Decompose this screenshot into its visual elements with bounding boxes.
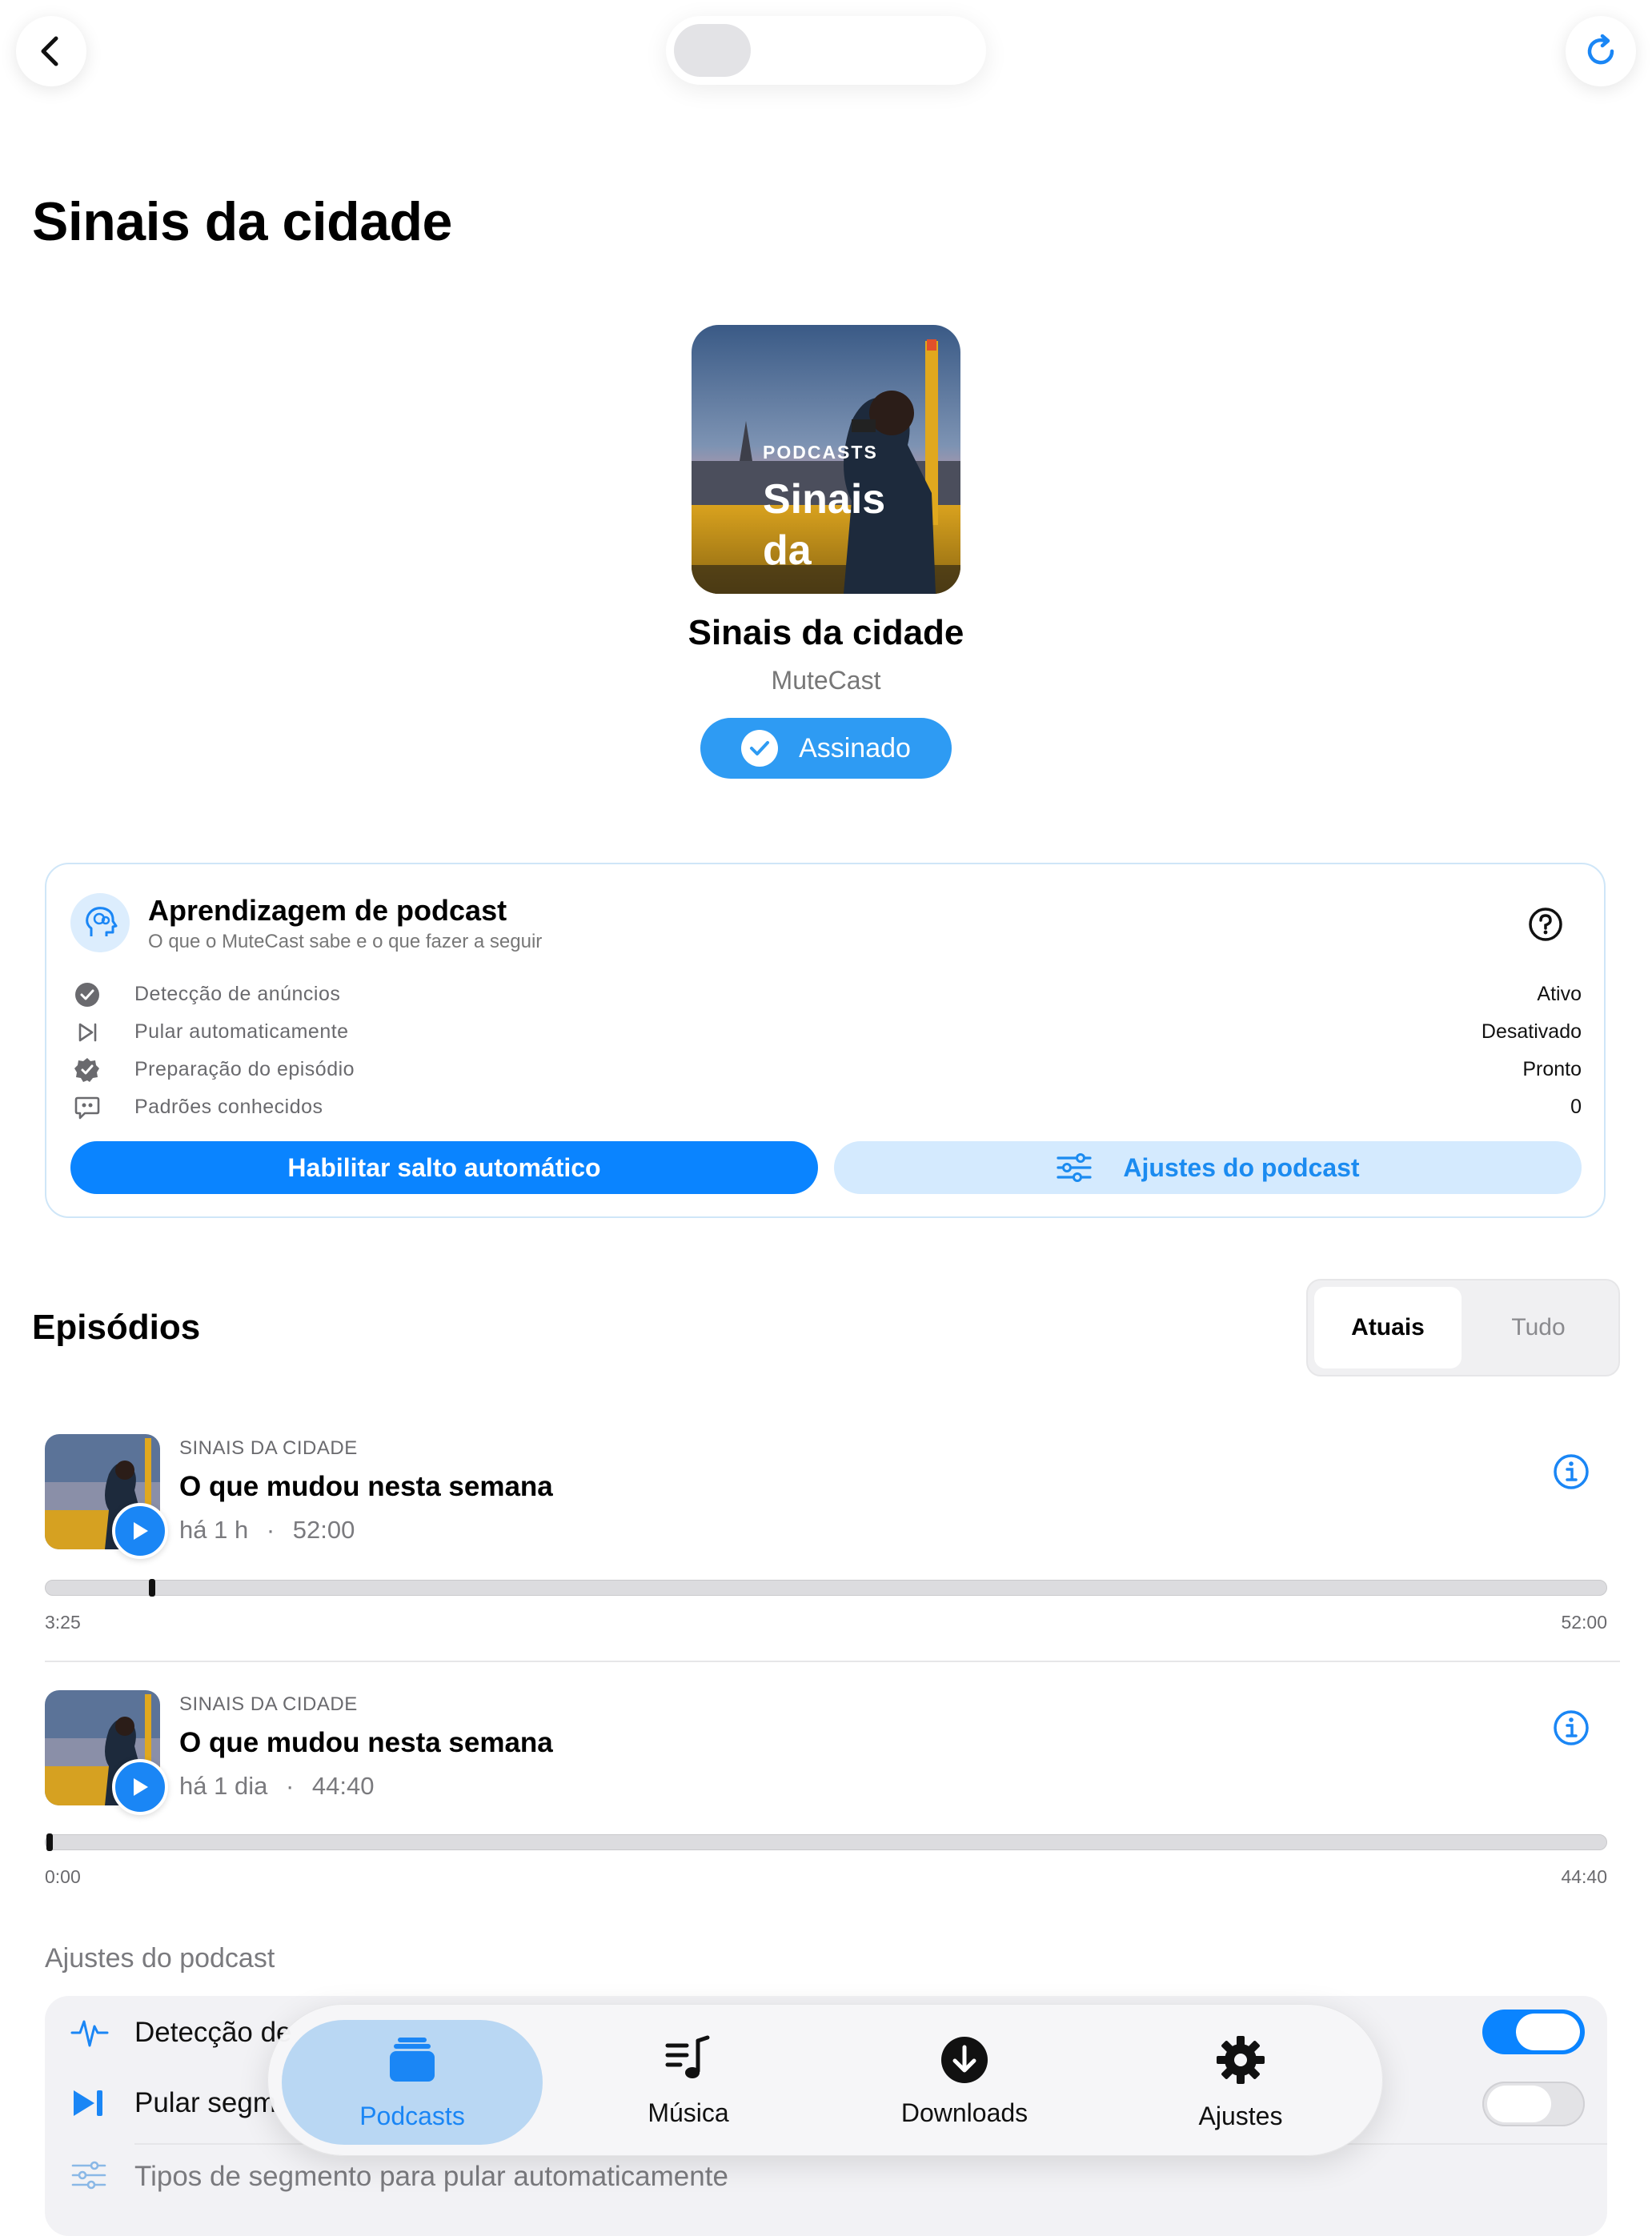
play-button[interactable] <box>112 1503 168 1559</box>
tab-downloads[interactable]: Downloads <box>844 2028 1085 2140</box>
info-icon[interactable] <box>1553 1453 1590 1494</box>
tab-settings-label: Ajustes <box>1198 2102 1283 2130</box>
tab-settings[interactable]: Ajustes <box>1121 2028 1361 2140</box>
podcast-author: MuteCast <box>771 666 881 695</box>
episode-show-name: SINAIS DA CIDADE <box>179 1437 358 1459</box>
tab-music-label: Música <box>648 2098 729 2127</box>
episode-age: há 1 dia <box>179 1772 268 1800</box>
meta-separator: · <box>285 1772 295 1800</box>
learning-subtitle: O que o MuteCast sabe e o que fazer a se… <box>148 931 543 952</box>
tab-podcasts-label: Podcasts <box>359 2102 465 2130</box>
episode-duration: 52:00 <box>292 1516 355 1544</box>
toggle-knob <box>1516 2014 1580 2050</box>
page-title: Sinais da cidade <box>32 191 452 252</box>
skip-forward-icon <box>74 1019 101 1050</box>
quote-bubble-icon <box>74 1094 101 1125</box>
stat-label-episode-prep: Preparação do episódio <box>134 1058 355 1080</box>
subscribed-label: Assinado <box>799 732 911 763</box>
episode-show-name: SINAIS DA CIDADE <box>179 1693 358 1715</box>
refresh-icon <box>1587 34 1614 65</box>
toggle-knob <box>1487 2086 1551 2122</box>
episode-progress-knob[interactable] <box>149 1579 156 1597</box>
tab-downloads-label: Downloads <box>900 2098 1028 2127</box>
filter-all[interactable]: Tudo <box>1465 1287 1612 1368</box>
skip-segment-toggle[interactable] <box>1482 2082 1585 2126</box>
episode-title[interactable]: O que mudou nesta semana <box>179 1727 553 1759</box>
gear-icon <box>1215 2034 1266 2090</box>
stat-label-ad-detection: Detecção de anúncios <box>134 983 341 1005</box>
artwork-title-text: Sinais da <box>763 476 886 574</box>
check-seal-icon <box>74 1056 101 1088</box>
setting-ad-detection-label: Detecção de <box>134 2017 292 2048</box>
play-icon <box>134 1778 148 1796</box>
stat-value-auto-skip: Desativado <box>1481 1020 1582 1043</box>
sliders-icon <box>1057 1153 1093 1182</box>
episode-filter-control: Atuais Tudo <box>1306 1279 1620 1376</box>
tab-music[interactable]: Música <box>568 2028 808 2140</box>
refresh-button[interactable] <box>1566 16 1636 86</box>
setting-segment-types-label[interactable]: Tipos de segmento para pular automaticam… <box>134 2161 728 2193</box>
episode-progress-track[interactable] <box>45 1834 1607 1850</box>
top-pill-knob <box>674 24 751 77</box>
total-time: 44:40 <box>1561 1866 1607 1887</box>
episodes-title: Episódios <box>32 1308 201 1347</box>
top-pill-control[interactable] <box>666 16 986 85</box>
artwork-title: Sinais da <box>763 474 891 576</box>
episode-meta: há 1 dia · 44:40 <box>179 1772 374 1801</box>
meta-separator: · <box>266 1516 275 1544</box>
info-icon[interactable] <box>1553 1709 1590 1750</box>
learning-title: Aprendizagem de podcast <box>148 894 507 927</box>
play-button[interactable] <box>112 1759 168 1815</box>
setting-skip-segment-label: Pular segm <box>134 2087 277 2118</box>
back-button[interactable] <box>16 16 86 86</box>
episode-progress-knob[interactable] <box>46 1833 53 1851</box>
enable-auto-skip-button[interactable]: Habilitar salto automático <box>70 1141 818 1194</box>
skip-segment-icon <box>70 2087 107 2123</box>
stat-label-auto-skip: Pular automaticamente <box>134 1020 349 1043</box>
check-circle-icon <box>74 981 101 1012</box>
total-time: 52:00 <box>1561 1612 1607 1633</box>
stat-value-episode-prep: Pronto <box>1522 1058 1582 1080</box>
podcast-settings-label: Ajustes do podcast <box>1123 1152 1360 1182</box>
stat-value-ad-detection: Ativo <box>1537 983 1582 1005</box>
subscribed-button[interactable]: Assinado <box>700 718 952 779</box>
filter-current[interactable]: Atuais <box>1314 1287 1462 1368</box>
stat-value-known-patterns: 0 <box>1570 1096 1582 1118</box>
music-list-icon <box>663 2034 714 2090</box>
checkmark-icon <box>741 730 779 767</box>
episode-progress-track[interactable] <box>45 1580 1607 1596</box>
settings-section-title: Ajustes do podcast <box>45 1943 275 1974</box>
stat-label-known-patterns: Padrões conhecidos <box>134 1096 323 1118</box>
download-circle-icon <box>939 2034 990 2090</box>
elapsed-time: 0:00 <box>45 1866 81 1887</box>
help-icon[interactable] <box>1527 906 1564 947</box>
play-icon <box>134 1522 148 1540</box>
sliders-icon <box>70 2159 107 2195</box>
chevron-left-icon <box>41 36 58 66</box>
tab-podcasts[interactable]: Podcasts <box>292 2028 532 2140</box>
podcast-artwork: PODCASTS Sinais da <box>692 325 960 594</box>
episode-duration: 44:40 <box>311 1772 375 1800</box>
episode-title[interactable]: O que mudou nesta semana <box>179 1471 553 1503</box>
podcast-title: Sinais da cidade <box>688 613 964 652</box>
podcast-settings-button[interactable]: Ajustes do podcast <box>834 1141 1582 1194</box>
waveform-icon <box>70 2015 109 2054</box>
episode-age: há 1 h <box>179 1516 249 1544</box>
podcasts-stack-icon <box>387 2034 438 2090</box>
episode-meta: há 1 h · 52:00 <box>179 1516 355 1545</box>
ad-detection-toggle[interactable] <box>1482 2010 1585 2054</box>
episode-divider <box>45 1661 1620 1662</box>
brain-head-icon <box>70 893 130 952</box>
elapsed-time: 3:25 <box>45 1612 81 1633</box>
artwork-caption: PODCASTS <box>763 442 878 463</box>
